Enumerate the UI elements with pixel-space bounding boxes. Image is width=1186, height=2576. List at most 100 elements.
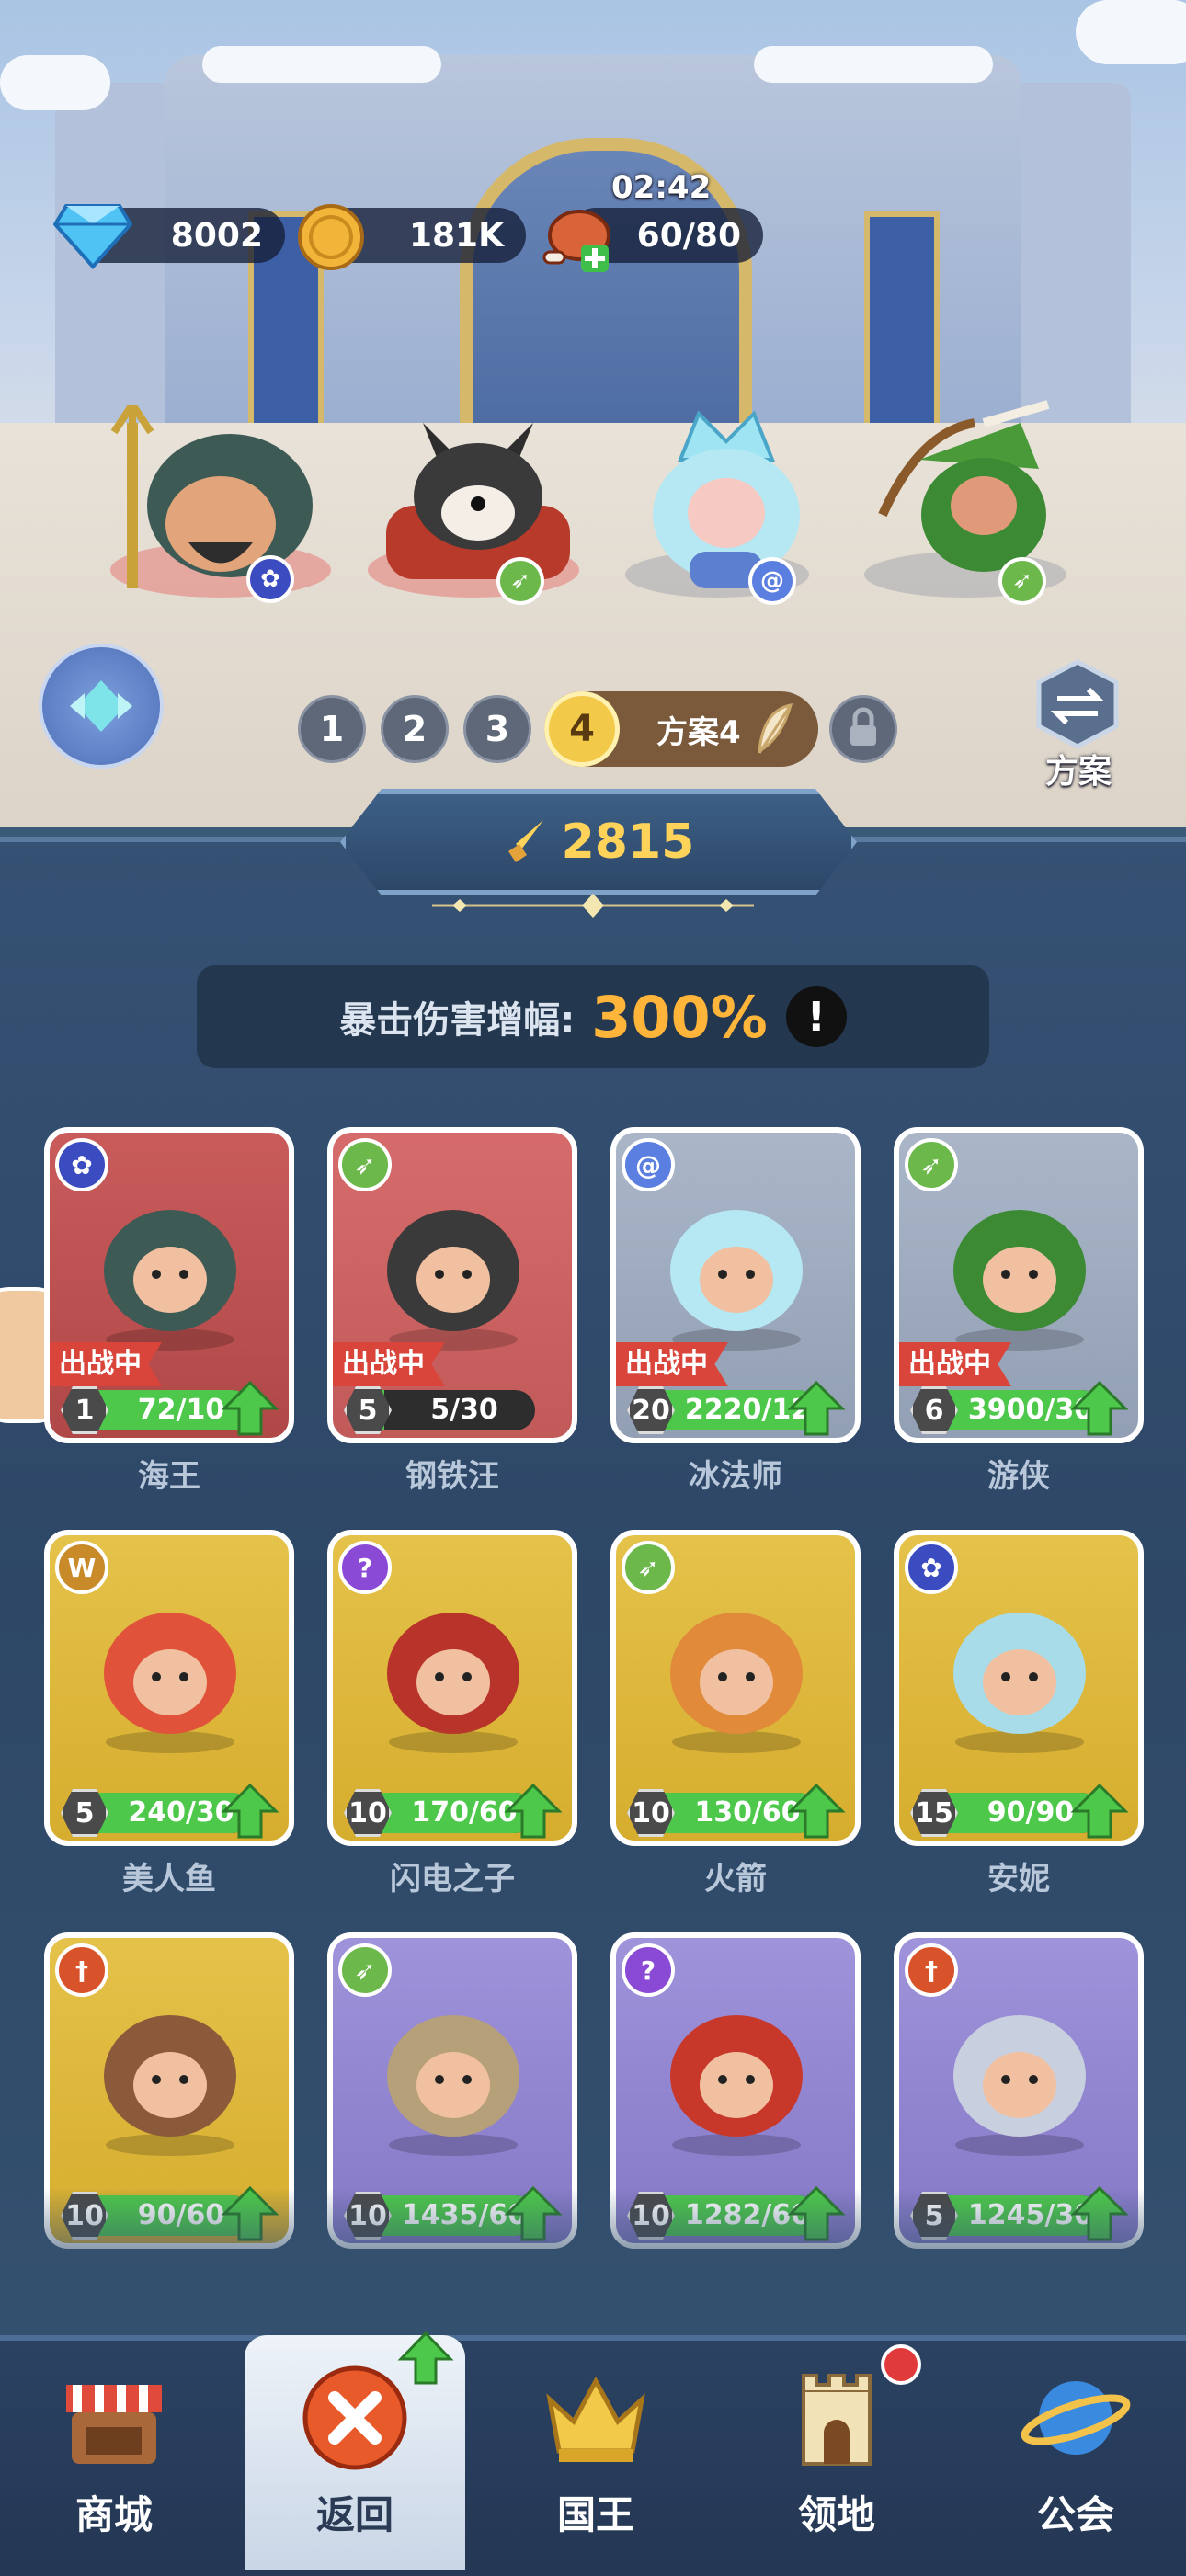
scheme-label: 方案 [1044, 753, 1112, 791]
nav-guild[interactable]: 公会 [965, 2335, 1186, 2570]
crit-value: 300% [591, 983, 768, 1051]
loadout-slot-2[interactable]: 2 [381, 695, 449, 763]
hero-card[interactable]: ✿ 出战中 72/10 1 [44, 1127, 294, 1443]
swirl-icon: @ [748, 557, 796, 605]
hero-portrait [670, 1210, 803, 1351]
nav-shop[interactable]: 商城 [4, 2335, 224, 2570]
hero-portrait [953, 1210, 1086, 1351]
hero-card[interactable]: ➶ 出战中 5/30 5 [327, 1127, 577, 1443]
hero-card[interactable]: ? 170/60 10 [327, 1530, 577, 1846]
hero-name: 火箭 [704, 1861, 767, 1898]
loadout-slot-active[interactable]: 4 方案4 [544, 691, 818, 767]
planet-icon [1021, 2381, 1131, 2455]
ornament-divider [432, 894, 754, 918]
hero-portrait [104, 1613, 236, 1753]
hero-portrait [670, 2015, 803, 2156]
coins-value: 181K [408, 216, 504, 255]
active-plan-label: 方案4 [656, 713, 741, 751]
upgrade-arrow-icon[interactable] [221, 1782, 279, 1841]
upgrade-arrow-icon[interactable] [504, 1782, 563, 1841]
scheme-button[interactable]: 方案 [1028, 658, 1129, 791]
nav-king-label: 国王 [556, 2492, 634, 2537]
hero-sea-king-sprite[interactable] [101, 405, 340, 607]
hero-name: 冰法师 [689, 1458, 782, 1495]
hero-ice-mage-sprite[interactable] [625, 405, 827, 607]
hero-card[interactable]: @ 出战中 2220/12 20 [610, 1127, 861, 1443]
staff-icon: ? [338, 1541, 392, 1594]
sword-icon: † [55, 1943, 108, 1997]
hero-card[interactable]: ✿ 90/90 15 [894, 1530, 1144, 1846]
snow-cap [0, 55, 110, 110]
deployed-tag: 出战中 [899, 1342, 1011, 1386]
shop-icon [66, 2385, 162, 2464]
hero-card[interactable]: ➶ 出战中 3900/30 6 [894, 1127, 1144, 1443]
hero-portrait [104, 1210, 236, 1351]
nav-back[interactable]: 返回 [245, 2331, 465, 2570]
team-power-value: 2815 [561, 815, 695, 870]
hero-name: 海王 [138, 1458, 200, 1495]
swirl-icon: @ [622, 1138, 675, 1191]
nav-guild-label: 公会 [1036, 2492, 1114, 2537]
hero-portrait [953, 1613, 1086, 1753]
notification-dot [881, 2344, 921, 2385]
upgrade-arrow-icon[interactable] [1070, 1379, 1129, 1438]
castle-icon [802, 2374, 872, 2466]
sword-icon: † [905, 1943, 958, 1997]
bow-icon: ➶ [905, 1138, 958, 1191]
deployed-tag: 出战中 [616, 1342, 728, 1386]
hero-card[interactable]: ➶ 130/60 10 [610, 1530, 861, 1846]
hero-portrait [387, 1613, 519, 1753]
snow-cap [754, 46, 993, 83]
shard-progress-text: 5/30 [430, 1394, 498, 1426]
deployed-tag: 出战中 [333, 1342, 445, 1386]
loadout-slot-3[interactable]: 3 [463, 695, 531, 763]
energy-value: 60/80 [636, 216, 741, 255]
info-icon[interactable]: ! [785, 986, 847, 1047]
hero-name: 美人鱼 [122, 1861, 216, 1898]
bow-icon: ➶ [496, 557, 544, 605]
formation-button[interactable] [39, 644, 164, 769]
nav-territory-label: 领地 [797, 2492, 875, 2537]
loadout-slot-locked[interactable] [829, 695, 897, 763]
deployed-tag: 出战中 [50, 1342, 162, 1386]
nav-king[interactable]: 国王 [485, 2335, 706, 2570]
upgrade-arrow-icon[interactable] [787, 1782, 846, 1841]
nav-territory[interactable]: 领地 [726, 2335, 947, 2570]
upgrade-arrow-icon [397, 2331, 454, 2385]
crown-icon [546, 2376, 645, 2462]
nav-back-label: 返回 [315, 2492, 393, 2537]
hero-portrait [953, 2015, 1086, 2156]
meat-energy-icon [542, 210, 610, 272]
hero-portrait [104, 2015, 236, 2156]
coin-icon [298, 204, 364, 270]
bow-icon: ➶ [998, 557, 1046, 605]
hero-name: 钢铁汪 [405, 1458, 499, 1495]
upgrade-arrow-icon[interactable] [1070, 1782, 1129, 1841]
hero-card[interactable]: W 240/30 5 [44, 1530, 294, 1846]
upgrade-arrow-icon[interactable] [221, 1379, 279, 1438]
upgrade-arrow-icon[interactable] [787, 1379, 846, 1438]
scheme-swap-icon [1036, 659, 1119, 749]
hero-iron-dog-sprite[interactable] [368, 405, 588, 607]
hero-portrait [387, 1210, 519, 1351]
snow-cap [1076, 0, 1186, 64]
team-power-banner: 2815 [340, 789, 857, 895]
hero-name: 闪电之子 [390, 1861, 515, 1898]
hero-portrait [387, 2015, 519, 2156]
paw-icon: ✿ [55, 1138, 108, 1191]
feather-edit-icon[interactable] [754, 701, 796, 757]
scroll-fade [0, 2188, 1186, 2344]
staff-icon: ? [622, 1943, 675, 1997]
hero-portrait [670, 1613, 803, 1753]
loadout-slot-1[interactable]: 1 [298, 695, 366, 763]
gems-value: 8002 [170, 216, 263, 255]
energy-timer: 02:42 [611, 169, 712, 206]
diamond-icon [53, 204, 132, 270]
crit-damage-bonus: 暴击伤害增幅: 300% ! [197, 965, 989, 1068]
nav-shop-label: 商城 [74, 2492, 153, 2537]
hero-name: 安妮 [987, 1861, 1050, 1898]
hero-name: 游侠 [987, 1458, 1050, 1495]
paw-icon: ✿ [905, 1541, 958, 1594]
sword-power-icon [507, 820, 543, 862]
snow-cap [202, 46, 441, 83]
